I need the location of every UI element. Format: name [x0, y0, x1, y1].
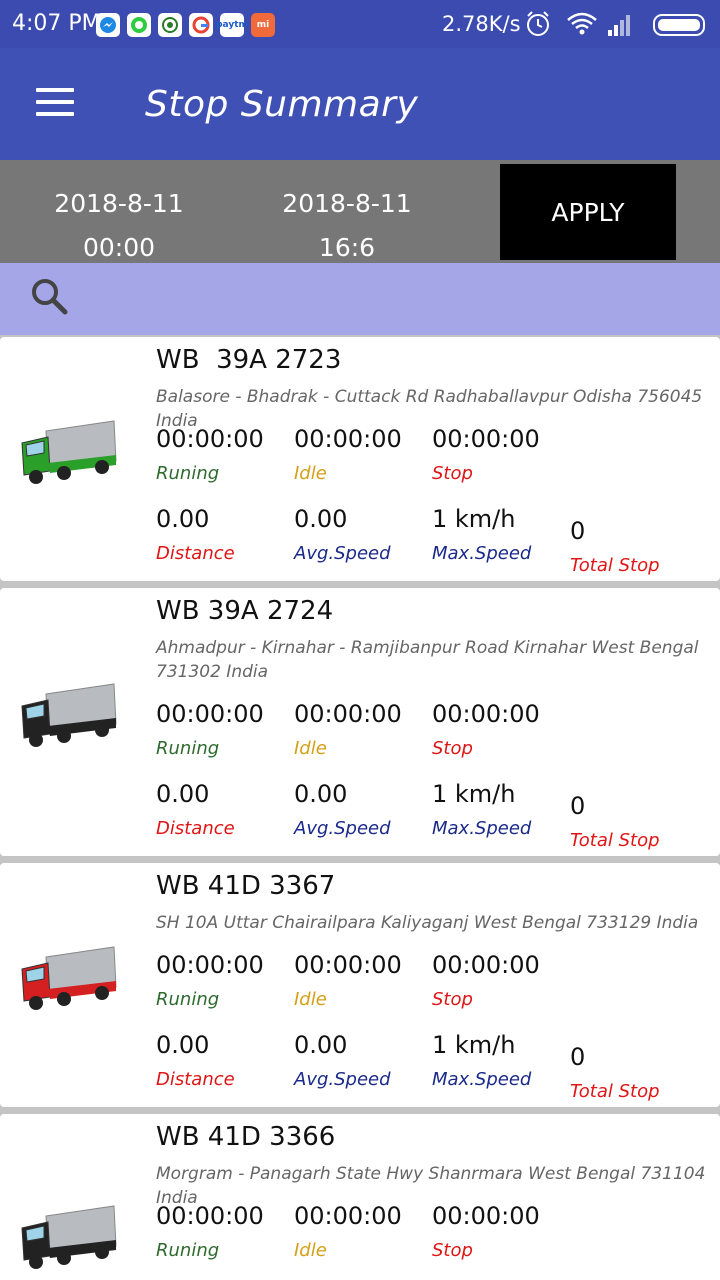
google-icon — [189, 13, 213, 37]
page-title: Stop Summary — [145, 84, 419, 125]
status-time: 4:07 PM — [12, 11, 101, 36]
status-bar: 4:07 PM paytm mi 2.78K/s — [0, 0, 720, 48]
running-label: Runing — [156, 463, 220, 484]
menu-button[interactable] — [36, 88, 76, 118]
total-stop-value: 0 — [570, 517, 586, 545]
paytm-icon: paytm — [216, 13, 248, 37]
vehicle-plate: WB 39A 2724 — [156, 596, 334, 626]
truck-icon — [21, 683, 117, 747]
truck-icon — [21, 946, 117, 1010]
running-time: 00:00:00 — [156, 951, 264, 979]
running-label: Runing — [156, 738, 220, 759]
vehicle-card[interactable]: WB 41D 3367 SH 10A Uttar Chairailpara Ka… — [0, 863, 720, 1107]
distance-value: 0.00 — [156, 1031, 210, 1059]
vehicle-card[interactable]: WB 39A 2723 Balasore - Bhadrak - Cuttack… — [0, 337, 720, 581]
stop-time: 00:00:00 — [432, 951, 540, 979]
total-stop-label: Total Stop — [570, 1081, 660, 1102]
distance-label: Distance — [156, 543, 235, 564]
running-label: Runing — [156, 989, 220, 1010]
idle-time: 00:00:00 — [294, 700, 402, 728]
idle-label: Idle — [294, 989, 327, 1010]
search-bar[interactable] — [0, 263, 720, 335]
vehicle-address: SH 10A Uttar Chairailpara Kaliyaganj Wes… — [156, 913, 699, 933]
running-label: Runing — [156, 1240, 220, 1261]
app-bar: Stop Summary — [0, 48, 720, 160]
distance-label: Distance — [156, 818, 235, 839]
max-speed-value: 1 km/h — [432, 505, 516, 533]
vehicle-plate: WB 41D 3367 — [156, 871, 336, 901]
search-icon[interactable] — [28, 275, 72, 319]
total-stop-value: 0 — [570, 1043, 586, 1071]
avg-speed-value: 0.00 — [294, 1031, 348, 1059]
signal-icon — [608, 15, 630, 36]
mi-icon: mi — [251, 13, 275, 37]
vehicle-plate: WB 41D 3366 — [156, 1122, 336, 1152]
idle-time: 00:00:00 — [294, 951, 402, 979]
apply-button[interactable]: APPLY — [500, 164, 676, 260]
max-speed-value: 1 km/h — [432, 1031, 516, 1059]
stop-time: 00:00:00 — [432, 425, 540, 453]
running-time: 00:00:00 — [156, 1202, 264, 1230]
idle-time: 00:00:00 — [294, 1202, 402, 1230]
max-speed-value: 1 km/h — [432, 780, 516, 808]
vehicle-address: Ahmadpur - Kirnahar - Ramjibanpur Road K… — [156, 638, 699, 682]
app-icon — [158, 13, 182, 37]
from-date-picker[interactable]: 2018-8-11 00:00 — [44, 182, 194, 270]
running-time: 00:00:00 — [156, 425, 264, 453]
avg-speed-value: 0.00 — [294, 780, 348, 808]
wifi-icon — [567, 12, 597, 35]
idle-time: 00:00:00 — [294, 425, 402, 453]
total-stop-label: Total Stop — [570, 555, 660, 576]
from-date: 2018-8-11 — [54, 189, 184, 218]
whatsapp-icon — [127, 13, 151, 37]
max-speed-label: Max.Speed — [432, 543, 532, 564]
network-speed: 2.78K/s — [442, 12, 521, 36]
idle-label: Idle — [294, 463, 327, 484]
vehicle-card[interactable]: WB 41D 3366 Morgram - Panagarh State Hwy… — [0, 1114, 720, 1280]
stop-label: Stop — [432, 463, 473, 484]
total-stop-value: 0 — [570, 792, 586, 820]
stop-time: 00:00:00 — [432, 700, 540, 728]
vehicle-plate: WB 39A 2723 — [156, 345, 342, 375]
max-speed-label: Max.Speed — [432, 818, 532, 839]
truck-icon — [21, 1205, 117, 1269]
to-date-picker[interactable]: 2018-8-11 16:6 — [272, 182, 422, 270]
max-speed-label: Max.Speed — [432, 1069, 532, 1090]
stop-label: Stop — [432, 1240, 473, 1261]
date-filter-bar: 2018-8-11 00:00 2018-8-11 16:6 APPLY — [0, 160, 720, 263]
idle-label: Idle — [294, 738, 327, 759]
avg-speed-label: Avg.Speed — [294, 1069, 391, 1090]
distance-value: 0.00 — [156, 780, 210, 808]
battery-icon — [653, 14, 705, 36]
avg-speed-label: Avg.Speed — [294, 543, 391, 564]
hamburger-icon — [36, 88, 74, 92]
distance-label: Distance — [156, 1069, 235, 1090]
messenger-icon — [96, 13, 120, 37]
system-status-icons — [527, 11, 705, 36]
total-stop-label: Total Stop — [570, 830, 660, 851]
notification-icons: paytm mi — [96, 13, 275, 37]
avg-speed-label: Avg.Speed — [294, 818, 391, 839]
stop-label: Stop — [432, 738, 473, 759]
stop-label: Stop — [432, 989, 473, 1010]
truck-icon — [21, 420, 117, 484]
stop-time: 00:00:00 — [432, 1202, 540, 1230]
vehicle-card[interactable]: WB 39A 2724 Ahmadpur - Kirnahar - Ramjib… — [0, 588, 720, 856]
to-date: 2018-8-11 — [282, 189, 412, 218]
running-time: 00:00:00 — [156, 700, 264, 728]
distance-value: 0.00 — [156, 505, 210, 533]
avg-speed-value: 0.00 — [294, 505, 348, 533]
alarm-icon — [527, 11, 549, 36]
idle-label: Idle — [294, 1240, 327, 1261]
